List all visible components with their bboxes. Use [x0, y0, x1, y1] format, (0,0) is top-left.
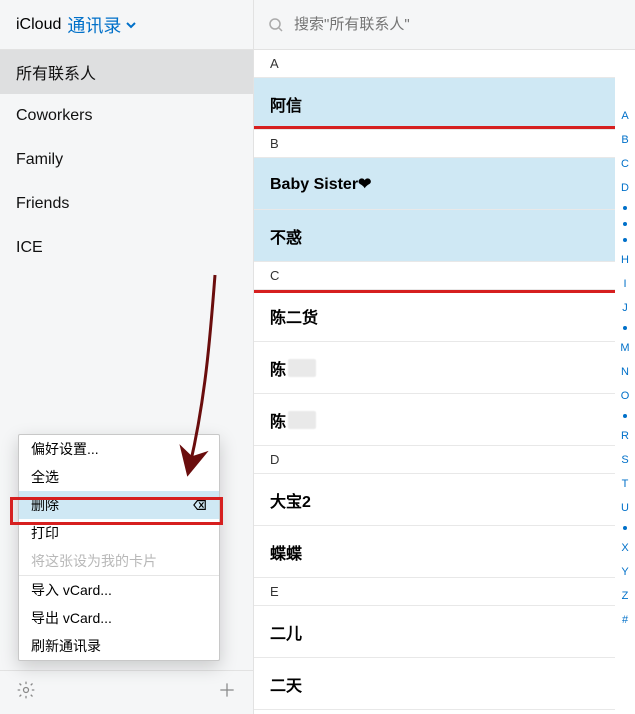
menu-item[interactable]: 偏好设置... — [19, 435, 219, 463]
index-letter[interactable]: T — [622, 478, 629, 490]
delete-icon — [193, 498, 207, 512]
sidebar-group-item[interactable]: Family — [0, 138, 253, 182]
menu-item-label: 刷新通讯录 — [31, 636, 101, 656]
index-letter[interactable]: U — [621, 502, 629, 514]
index-dot — [623, 326, 627, 330]
index-letter[interactable]: R — [621, 430, 629, 442]
sidebar-group-item[interactable]: Friends — [0, 182, 253, 226]
menu-item-label: 打印 — [31, 523, 59, 543]
sidebar-group-item[interactable]: Coworkers — [0, 94, 253, 138]
chevron-down-icon — [125, 19, 137, 31]
contact-name: Baby Sister❤ — [270, 174, 371, 194]
search-input[interactable] — [294, 16, 621, 33]
index-dot — [623, 526, 627, 530]
section-header: C — [254, 262, 615, 290]
index-letter[interactable]: A — [621, 110, 628, 122]
contact-row[interactable]: 大宝2 — [254, 474, 615, 526]
context-menu[interactable]: 偏好设置... 全选删除打印将这张设为我的卡片导入 vCard... 导出 vCar… — [18, 434, 220, 661]
index-letter[interactable]: I — [623, 278, 626, 290]
index-dot — [623, 206, 627, 210]
index-dot — [623, 222, 627, 226]
menu-item[interactable]: 打印 — [19, 519, 219, 547]
menu-item[interactable]: 导出 vCard... — [19, 604, 219, 632]
contact-row[interactable]: 不惑 — [254, 210, 615, 262]
menu-item[interactable]: 导入 vCard... — [19, 576, 219, 604]
index-letter[interactable]: B — [621, 134, 628, 146]
index-dot — [623, 414, 627, 418]
menu-item: 将这张设为我的卡片 — [19, 547, 219, 575]
contact-name: 蝶蝶 — [270, 540, 302, 564]
index-letter[interactable]: S — [621, 454, 628, 466]
redacted-text — [288, 359, 316, 377]
index-letter[interactable]: X — [621, 542, 628, 554]
index-letter[interactable]: Y — [621, 566, 628, 578]
contact-name: 陈 — [270, 356, 286, 380]
contact-row[interactable]: 二儿 — [254, 606, 615, 658]
index-letter[interactable]: Z — [622, 590, 629, 602]
menu-item-label: 导入 vCard... — [31, 580, 112, 600]
contact-name: 不惑 — [270, 224, 302, 248]
sidebar-group-item[interactable]: ICE — [0, 226, 253, 270]
contact-row[interactable]: 陈二货 — [254, 290, 615, 342]
redacted-text — [288, 411, 316, 429]
contact-name: 陈二货 — [270, 304, 318, 328]
group-dropdown[interactable]: 通讯录 — [67, 12, 137, 38]
group-dropdown-label: 通讯录 — [67, 12, 121, 38]
section-header: F — [254, 710, 615, 714]
index-letter[interactable]: J — [622, 302, 628, 314]
index-letter[interactable]: C — [621, 158, 629, 170]
index-letter[interactable]: D — [621, 182, 629, 194]
contact-row[interactable]: 二天 — [254, 658, 615, 710]
index-dot — [623, 238, 627, 242]
section-header: D — [254, 446, 615, 474]
menu-item-label: 偏好设置... — [31, 439, 99, 459]
contact-row[interactable]: 陈 — [254, 394, 615, 446]
index-letter[interactable]: N — [621, 366, 629, 378]
app-name: iCloud — [16, 16, 61, 34]
contact-name: 阿信 — [270, 92, 302, 116]
section-header: A — [254, 50, 615, 78]
contact-name: 二天 — [270, 672, 302, 696]
sidebar-group-item[interactable]: 所有联系人 — [0, 50, 253, 94]
menu-item[interactable]: 刷新通讯录 — [19, 632, 219, 660]
contact-row[interactable]: Baby Sister❤ — [254, 158, 615, 210]
menu-item[interactable]: 删除 — [19, 491, 219, 519]
contact-row[interactable]: 陈 — [254, 342, 615, 394]
contact-row[interactable]: 阿信 — [254, 78, 615, 130]
index-letter[interactable]: O — [621, 390, 630, 402]
contact-name: 大宝2 — [270, 488, 311, 512]
search-icon — [268, 17, 284, 33]
add-icon[interactable] — [217, 680, 237, 705]
contact-name: 二儿 — [270, 620, 302, 644]
index-letter[interactable]: # — [622, 614, 628, 626]
section-header: E — [254, 578, 615, 606]
index-letter[interactable]: H — [621, 254, 629, 266]
menu-item-label: 将这张设为我的卡片 — [31, 551, 157, 571]
menu-item-label: 全选 — [31, 467, 59, 487]
gear-icon[interactable] — [16, 680, 36, 705]
contact-row[interactable]: 蝶蝶 — [254, 526, 615, 578]
menu-item-label: 删除 — [31, 495, 59, 515]
index-letter[interactable]: M — [620, 342, 629, 354]
contact-name: 陈 — [270, 408, 286, 432]
menu-item[interactable]: 全选 — [19, 463, 219, 491]
section-header: B — [254, 130, 615, 158]
menu-item-label: 导出 vCard... — [31, 608, 112, 628]
